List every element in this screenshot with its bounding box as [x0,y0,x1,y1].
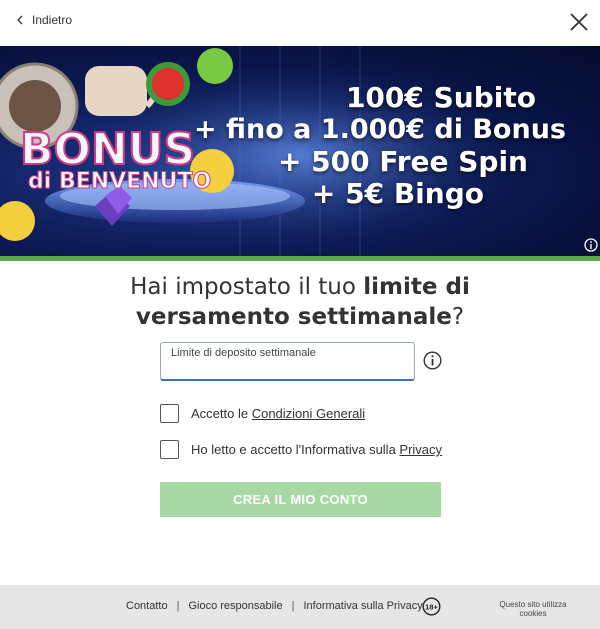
logo-sub: di BENVENUTO [28,169,211,194]
page-title: Hai impostato il tuo limite di versamento… [130,274,470,330]
footer-separator: | [176,600,180,612]
promo-line-1: 100€ Subito [345,81,536,114]
promo-line-4: + 5€ Bingo [311,177,484,210]
back-label: Indietro [32,13,73,27]
chevron-left-icon [17,15,23,25]
privacy-checkbox[interactable] [160,440,179,459]
svg-text:18+: 18+ [425,602,438,611]
footer-links: Contatto | Gioco responsabile | Informat… [126,600,423,612]
terms-link[interactable]: Condizioni Generali [252,406,365,421]
terms-text: Accetto le Condizioni Generali [191,406,366,421]
info-icon[interactable] [584,238,598,252]
deposit-limit-input[interactable] [170,361,406,377]
footer-link-responsible-gaming[interactable]: Gioco responsabile [188,600,282,612]
back-button[interactable]: Indietro [16,13,72,27]
footer-separator: | [291,600,295,612]
footer-link-privacy[interactable]: Informativa sulla Privacy [303,600,422,612]
privacy-row: Ho letto e accetto l'Informativa sulla P… [160,440,442,459]
create-account-button[interactable]: CREA IL MIO CONTO [160,482,441,517]
promo-banner[interactable]: BONUS di BENVENUTO 100€ Subito + fino a … [0,46,600,256]
footer: Contatto | Gioco responsabile | Informat… [0,585,600,629]
privacy-text: Ho letto e accetto l'Informativa sulla P… [191,442,443,457]
close-icon[interactable] [568,11,590,33]
accent-divider [0,256,600,261]
terms-checkbox[interactable] [160,404,179,423]
logo-main: BONUS [20,124,195,175]
promo-line-2: + fino a 1.000€ di Bonus [193,114,566,145]
promo-text: 100€ Subito + fino a 1.000€ di Bonus + 5… [194,82,566,210]
weekly-deposit-limit-field[interactable]: Limite di deposito settimanale [160,342,415,381]
top-bar: Indietro [0,0,600,46]
privacy-link[interactable]: Privacy [399,442,442,457]
deposit-info-icon[interactable] [423,351,442,370]
terms-row: Accetto le Condizioni Generali [160,404,365,423]
age-18-badge-icon: 18+ [422,597,441,616]
deposit-limit-label: Limite di deposito settimanale [171,347,316,359]
footer-link-contact[interactable]: Contatto [126,600,168,612]
cookies-notice: Questo sito utilizza cookies [499,600,567,618]
promo-line-3: + 500 Free Spin [277,145,528,178]
